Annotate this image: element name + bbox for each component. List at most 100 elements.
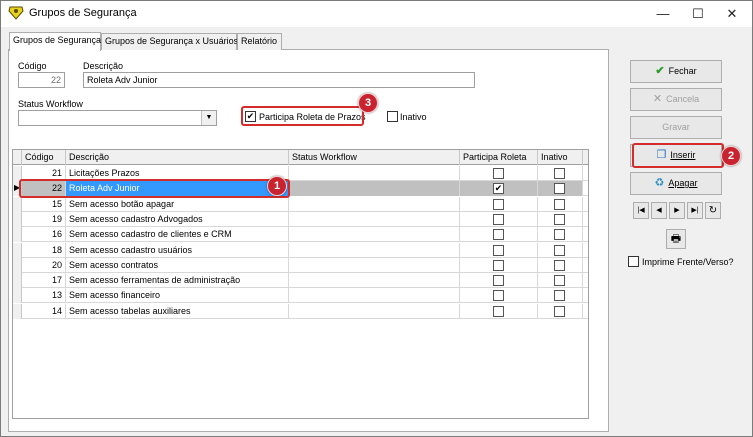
participa-roleta-row-checkbox[interactable] bbox=[493, 213, 504, 225]
cell-status-workflow bbox=[289, 303, 460, 319]
callout-badge-3: 3 bbox=[358, 93, 378, 113]
cell-status-workflow bbox=[289, 288, 460, 304]
inativo-row-checkbox[interactable] bbox=[554, 213, 565, 225]
cell-descricao: Sem acesso cadastro Advogados bbox=[66, 211, 289, 227]
cell-descricao: Sem acesso financeiro bbox=[66, 288, 289, 304]
cell-codigo: 15 bbox=[22, 196, 66, 212]
row-indicator bbox=[13, 242, 22, 258]
inativo-row-checkbox[interactable] bbox=[554, 290, 565, 302]
apagar-label: Apagar bbox=[668, 178, 698, 188]
cell-codigo: 14 bbox=[22, 303, 66, 319]
header-inativo[interactable]: Inativo bbox=[538, 150, 583, 165]
header-codigo[interactable]: Código bbox=[22, 150, 66, 165]
cell-status-workflow bbox=[289, 227, 460, 243]
cell-descricao: Sem acesso cadastro de clientes e CRM bbox=[66, 227, 289, 243]
cell-inativo bbox=[538, 273, 583, 289]
cell-participa-roleta bbox=[460, 303, 538, 319]
imprime-frente-verso-label: Imprime Frente/Verso? bbox=[642, 257, 734, 267]
cell-inativo bbox=[538, 257, 583, 273]
participa-roleta-row-checkbox[interactable] bbox=[493, 259, 504, 271]
table-row[interactable]: 19 Sem acesso cadastro Advogados bbox=[13, 211, 588, 227]
cell-descricao: Sem acesso contratos bbox=[66, 257, 289, 273]
app-logo-icon bbox=[8, 6, 24, 20]
participa-roleta-row-checkbox[interactable] bbox=[493, 198, 504, 210]
print-icon[interactable]: 🖶 bbox=[666, 229, 686, 249]
tab-grupos-x-usuarios[interactable]: Grupos de Segurança x Usuários bbox=[101, 33, 238, 50]
cell-inativo bbox=[538, 196, 583, 212]
cancela-label: Cancela bbox=[666, 94, 700, 104]
table-row[interactable]: 20 Sem acesso contratos bbox=[13, 257, 588, 273]
nav-last-button[interactable]: ▶| bbox=[687, 202, 703, 219]
descricao-label: Descrição bbox=[83, 61, 124, 71]
row-indicator bbox=[13, 288, 22, 304]
row-indicator bbox=[13, 273, 22, 289]
participa-roleta-row-checkbox[interactable] bbox=[493, 290, 504, 302]
cell-status-workflow bbox=[289, 166, 460, 181]
window-title: Grupos de Segurança bbox=[29, 7, 137, 19]
highlight-participa-roleta bbox=[241, 106, 364, 126]
participa-roleta-row-checkbox[interactable] bbox=[493, 305, 504, 317]
imprime-frente-verso-checkbox[interactable] bbox=[628, 256, 639, 267]
cell-inativo bbox=[538, 211, 583, 227]
participa-roleta-row-checkbox[interactable] bbox=[493, 229, 504, 241]
participa-roleta-row-checkbox[interactable] bbox=[493, 168, 504, 179]
tab-relatorio[interactable]: Relatório bbox=[237, 33, 282, 50]
table-row[interactable]: 18 Sem acesso cadastro usuários bbox=[13, 242, 588, 258]
inativo-row-checkbox[interactable] bbox=[554, 259, 565, 271]
participa-roleta-row-checkbox[interactable]: ✔ bbox=[493, 183, 504, 195]
cell-inativo bbox=[538, 303, 583, 319]
gravar-button[interactable]: Gravar bbox=[630, 116, 722, 139]
header-status-workflow[interactable]: Status Workflow bbox=[289, 150, 460, 165]
table-row[interactable]: 15 Sem acesso botão apagar bbox=[13, 196, 588, 212]
cell-descricao: Sem acesso botão apagar bbox=[66, 196, 289, 212]
inativo-row-checkbox[interactable] bbox=[554, 305, 565, 317]
inativo-row-checkbox[interactable] bbox=[554, 198, 565, 210]
table-row[interactable]: 13 Sem acesso financeiro bbox=[13, 288, 588, 304]
row-indicator bbox=[13, 227, 22, 243]
cell-participa-roleta bbox=[460, 257, 538, 273]
status-workflow-label: Status Workflow bbox=[18, 99, 83, 109]
cell-codigo: 18 bbox=[22, 242, 66, 258]
fechar-button[interactable]: ✔ Fechar bbox=[630, 60, 722, 83]
chevron-down-icon[interactable]: ▼ bbox=[201, 111, 216, 125]
inativo-row-checkbox[interactable] bbox=[554, 244, 565, 256]
cell-codigo: 13 bbox=[22, 288, 66, 304]
cell-descricao: Sem acesso tabelas auxiliares bbox=[66, 303, 289, 319]
row-indicator bbox=[13, 303, 22, 319]
nav-prev-button[interactable]: ◀ bbox=[651, 202, 667, 219]
inativo-row-checkbox[interactable] bbox=[554, 275, 565, 287]
tab-grupos-de-seguranca[interactable]: Grupos de Segurança bbox=[9, 32, 101, 51]
inativo-row-checkbox[interactable] bbox=[554, 168, 565, 179]
table-row[interactable]: 14 Sem acesso tabelas auxiliares bbox=[13, 303, 588, 319]
nav-first-button[interactable]: |◀ bbox=[633, 202, 649, 219]
cell-participa-roleta bbox=[460, 288, 538, 304]
header-descricao[interactable]: Descrição bbox=[66, 150, 289, 165]
highlight-selected-row bbox=[19, 179, 290, 198]
cancela-button[interactable]: ✕ Cancela bbox=[630, 88, 722, 111]
status-workflow-select[interactable]: ▼ bbox=[18, 110, 217, 126]
inativo-row-checkbox[interactable] bbox=[554, 183, 565, 195]
descricao-field[interactable]: Roleta Adv Junior bbox=[83, 72, 475, 88]
participa-roleta-row-checkbox[interactable] bbox=[493, 244, 504, 256]
table-row[interactable]: 17 Sem acesso ferramentas de administraçã… bbox=[13, 273, 588, 289]
close-icon[interactable]: ✕ bbox=[709, 1, 753, 27]
inativo-checkbox[interactable] bbox=[387, 111, 398, 122]
header-participa-roleta[interactable]: Participa Roleta bbox=[460, 150, 538, 165]
codigo-label: Código bbox=[18, 61, 47, 71]
codigo-field[interactable]: 22 bbox=[18, 72, 65, 88]
callout-badge-2: 2 bbox=[721, 146, 741, 166]
cell-participa-roleta bbox=[460, 211, 538, 227]
cancel-x-icon: ✕ bbox=[652, 93, 663, 105]
cell-status-workflow bbox=[289, 273, 460, 289]
main-window: Grupos de Segurança — ☐ ✕ Grupos de Segu… bbox=[0, 0, 753, 437]
apagar-button[interactable]: ♻ Apagar bbox=[630, 172, 722, 195]
table-row[interactable]: 16 Sem acesso cadastro de clientes e CRM bbox=[13, 227, 588, 243]
refresh-icon[interactable]: ↻ bbox=[705, 202, 721, 219]
participa-roleta-row-checkbox[interactable] bbox=[493, 275, 504, 287]
cell-inativo bbox=[538, 288, 583, 304]
nav-next-button[interactable]: ▶ bbox=[669, 202, 685, 219]
check-icon: ✔ bbox=[655, 65, 665, 77]
delete-record-icon: ♻ bbox=[654, 177, 665, 189]
inativo-row-checkbox[interactable] bbox=[554, 229, 565, 241]
cell-inativo bbox=[538, 242, 583, 258]
